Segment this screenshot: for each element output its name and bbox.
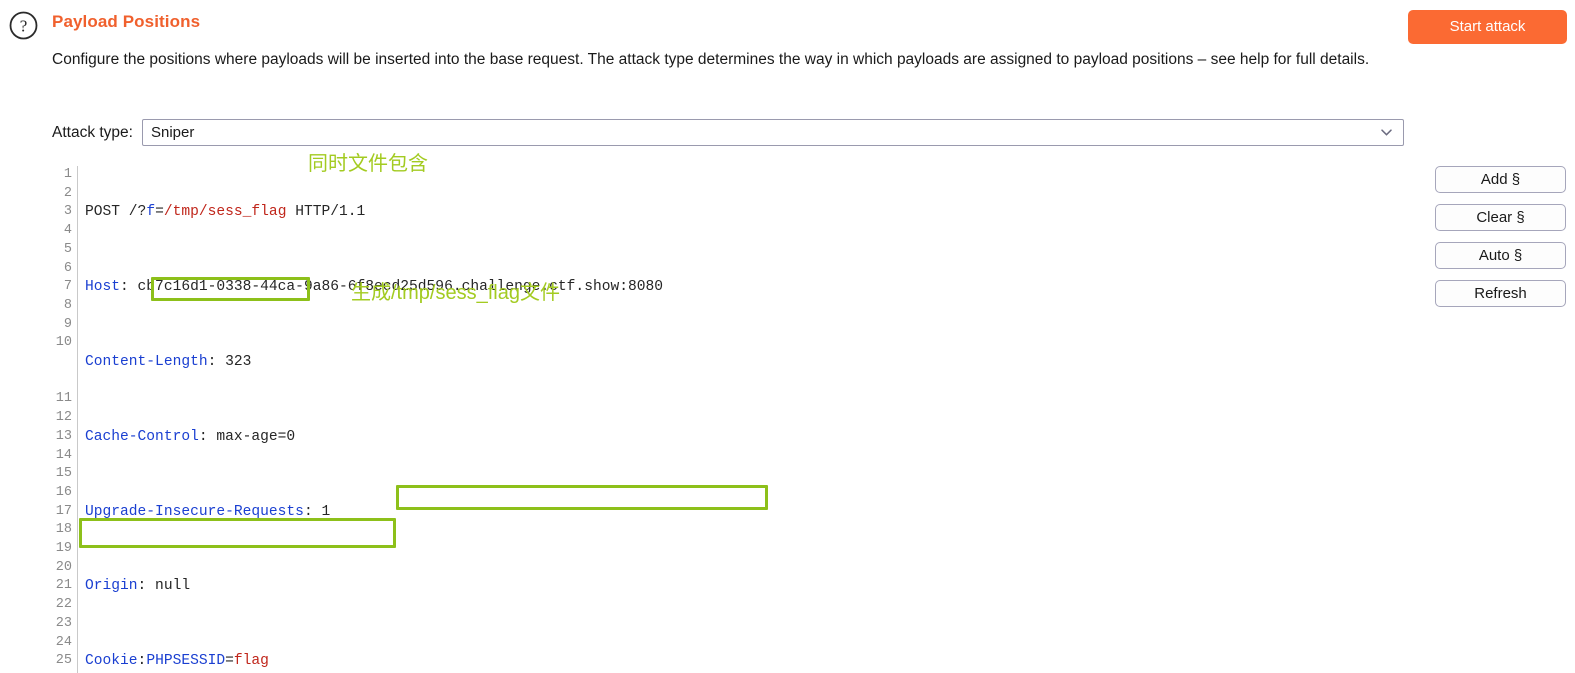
code-token: PHPSESSID bbox=[146, 653, 226, 670]
payload-position-buttons: Add § Clear § Auto § Refresh bbox=[1435, 166, 1566, 307]
code-token: = bbox=[225, 653, 234, 670]
annotation-note-sessfile: 生成/tmp/sess_flag文件 bbox=[351, 282, 560, 304]
panel-description: Configure the positions where payloads w… bbox=[52, 51, 1370, 68]
chevron-down-icon bbox=[1380, 126, 1393, 139]
code-token: Content-Length bbox=[85, 354, 208, 370]
line-number: 8 bbox=[63, 297, 72, 313]
line-number: 1 bbox=[63, 167, 72, 182]
code-token: Host bbox=[85, 279, 121, 296]
attack-type-selected-value: Sniper bbox=[150, 124, 195, 141]
payload-positions-panel: ? Payload Positions Start attack Configu… bbox=[0, 0, 1575, 673]
clear-section-button[interactable]: Clear § bbox=[1435, 204, 1566, 231]
line-number-gutter: 1 2 3 4 5 6 7 8 9 10 11 12 13 14 15 16 1… bbox=[52, 166, 78, 673]
line-number: 2 bbox=[63, 185, 72, 201]
request-editor[interactable]: 1 2 3 4 5 6 7 8 9 10 11 12 13 14 15 16 1… bbox=[52, 166, 1414, 673]
code-token: : max-age=0 bbox=[198, 428, 296, 445]
code-line-5: Upgrade-Insecure-Requests: 1 bbox=[85, 503, 1414, 522]
request-code[interactable]: POST /?f=/tmp/sess_flag HTTP/1.1 Host: c… bbox=[85, 166, 1414, 673]
code-token: : 323 bbox=[207, 354, 252, 370]
line-number: 7 bbox=[63, 279, 72, 295]
add-section-button[interactable]: Add § bbox=[1435, 166, 1566, 193]
line-number: 20 bbox=[55, 559, 72, 575]
line-number: 3 bbox=[63, 204, 72, 220]
line-number: 10 bbox=[55, 335, 72, 351]
line-number: 24 bbox=[55, 634, 72, 650]
line-number: 12 bbox=[55, 410, 72, 426]
code-token: /tmp/sess_flag bbox=[163, 204, 287, 221]
code-token: Origin bbox=[85, 578, 138, 595]
code-line-7: Cookie:PHPSESSID=flag bbox=[85, 652, 1414, 671]
code-token: Upgrade-Insecure-Requests bbox=[85, 503, 304, 520]
line-number: 17 bbox=[55, 503, 72, 519]
line-number: 22 bbox=[55, 597, 72, 613]
page-title: Payload Positions bbox=[52, 12, 201, 31]
line-number: 13 bbox=[55, 428, 72, 444]
code-token: : bbox=[137, 653, 147, 670]
annotation-note-include: 同时文件包含 bbox=[308, 153, 428, 175]
svg-text:?: ? bbox=[20, 17, 28, 36]
code-token: Cache-Control bbox=[85, 428, 199, 445]
code-token: HTTP/1.1 bbox=[286, 204, 366, 221]
attack-type-row: Attack type: Sniper bbox=[52, 119, 1404, 146]
line-number: 21 bbox=[55, 578, 72, 594]
line-number: 11 bbox=[55, 391, 72, 407]
code-token: f bbox=[146, 204, 156, 221]
line-number: 18 bbox=[55, 522, 72, 538]
line-number: 14 bbox=[55, 447, 72, 463]
code-token: : null bbox=[137, 578, 191, 595]
line-number: 4 bbox=[63, 223, 72, 239]
line-number: 16 bbox=[55, 484, 72, 500]
question-mark-circle-icon[interactable]: ? bbox=[9, 11, 38, 40]
line-number: 5 bbox=[63, 241, 72, 257]
attack-type-label: Attack type: bbox=[52, 123, 133, 141]
code-token: POST /? bbox=[85, 204, 147, 221]
code-line-1: POST /?f=/tmp/sess_flag HTTP/1.1 bbox=[85, 203, 1414, 222]
code-token: flag bbox=[233, 653, 269, 670]
code-line-6: Origin: null bbox=[85, 577, 1414, 596]
line-number: 23 bbox=[55, 615, 72, 631]
attack-type-select[interactable]: Sniper bbox=[141, 119, 1404, 146]
auto-section-button[interactable]: Auto § bbox=[1435, 242, 1566, 269]
code-line-4: Cache-Control: max-age=0 bbox=[85, 428, 1414, 447]
line-number: 15 bbox=[55, 466, 72, 482]
start-attack-button[interactable]: Start attack bbox=[1408, 10, 1567, 44]
code-token: = bbox=[155, 204, 164, 221]
code-line-2: Host: cb7c16d1-0338-44ca-9a86-6f8ecd25d5… bbox=[85, 278, 1414, 297]
refresh-button[interactable]: Refresh bbox=[1435, 280, 1566, 307]
line-number: 6 bbox=[63, 260, 72, 276]
code-line-3: Content-Length: 323 bbox=[85, 353, 1414, 372]
line-number: 19 bbox=[55, 541, 72, 556]
code-token: Cookie bbox=[85, 653, 138, 670]
line-number: 9 bbox=[63, 316, 72, 332]
line-number: 25 bbox=[55, 653, 72, 669]
code-token: : 1 bbox=[303, 503, 331, 520]
